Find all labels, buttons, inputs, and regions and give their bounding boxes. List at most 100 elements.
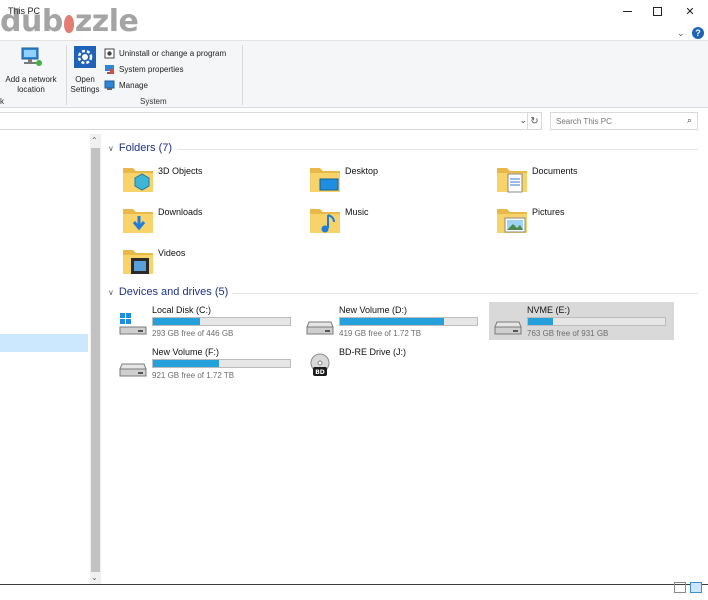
open-settings-label-2: Settings (70, 85, 100, 94)
windows-drive-icon (119, 313, 147, 335)
drive-name: New Volume (F:) (152, 347, 220, 357)
minimize-icon (622, 10, 632, 12)
section-divider (232, 293, 698, 294)
open-settings-button[interactable]: Open Settings (68, 45, 102, 95)
open-settings-label-1: Open (75, 75, 95, 84)
scroll-down-icon[interactable]: ⌄ (91, 573, 98, 582)
maximize-icon (652, 6, 662, 16)
add-network-location-button[interactable]: Add a network location (2, 45, 60, 95)
help-icon[interactable]: ? (692, 27, 704, 39)
ribbon-separator-end (242, 45, 243, 105)
ribbon: Add a network location Open Settings Uni… (0, 40, 708, 108)
drive-item-j[interactable]: BD BD-RE Drive (J:) (301, 344, 486, 382)
folder-label: Videos (158, 248, 186, 258)
maximize-button[interactable] (642, 0, 672, 22)
view-toggle-group (674, 582, 702, 593)
drive-item-c[interactable]: Local Disk (C:) 293 GB free of 446 GB (114, 302, 299, 340)
nav-selected-item[interactable] (0, 334, 88, 352)
folders-heading: Folders (7) (118, 142, 173, 154)
minimize-button[interactable] (612, 0, 642, 22)
downloads-folder-icon (123, 209, 153, 233)
drive-usage-bar (152, 359, 291, 368)
details-view-icon[interactable] (674, 582, 686, 593)
pictures-folder-icon (497, 209, 527, 233)
search-input[interactable] (551, 113, 679, 129)
desktop-folder-icon (310, 168, 340, 192)
drive-free-space: 763 GB free of 931 GB (527, 329, 609, 338)
close-icon: ✕ (685, 5, 695, 18)
drive-free-space: 293 GB free of 446 GB (152, 329, 234, 338)
search-box[interactable]: ⌕ (550, 112, 698, 130)
collapse-chevron-icon[interactable]: ∨ (108, 144, 114, 153)
documents-folder-icon (497, 168, 527, 193)
folder-item-desktop[interactable]: Desktop (308, 162, 488, 198)
drive-usage-bar (527, 317, 666, 326)
status-bar (0, 584, 708, 600)
drive-name: BD-RE Drive (J:) (339, 347, 406, 357)
drive-free-space: 921 GB free of 1.72 TB (152, 371, 235, 380)
section-divider (178, 149, 698, 150)
folder-label: Desktop (345, 166, 379, 176)
collapse-chevron-icon[interactable]: ∨ (108, 288, 114, 297)
drive-usage-bar (339, 317, 478, 326)
folders-section-header[interactable]: ∨ Folders (7) (108, 142, 172, 154)
folder-item-pictures[interactable]: Pictures (495, 203, 675, 239)
drive-item-e[interactable]: NVME (E:) 763 GB free of 931 GB (489, 302, 674, 340)
refresh-icon: ↻ (530, 115, 539, 127)
folder-item-videos[interactable]: Videos (121, 244, 301, 280)
drive-usage-fill (153, 360, 219, 367)
folder-label: Documents (532, 166, 578, 176)
drives-section-header[interactable]: ∨ Devices and drives (5) (108, 286, 228, 298)
drive-item-f[interactable]: New Volume (F:) 921 GB free of 1.72 TB (114, 344, 299, 382)
drive-usage-fill (153, 318, 200, 325)
search-icon[interactable]: ⌕ (687, 115, 692, 126)
system-properties-label: System properties (119, 64, 184, 74)
add-network-location-label-2: location (17, 85, 45, 94)
videos-folder-icon (123, 250, 153, 274)
folder-label: Pictures (532, 207, 565, 217)
scroll-up-icon[interactable]: ⌃ (91, 136, 98, 145)
hard-drive-icon (306, 321, 334, 335)
folder-label: Downloads (158, 207, 203, 217)
manage-icon (104, 80, 115, 90)
drive-name: New Volume (D:) (339, 305, 408, 315)
ribbon-group-label-system: System (140, 97, 167, 106)
nav-scrollbar[interactable]: ⌃ ⌄ (90, 134, 101, 584)
uninstall-label: Uninstall or change a program (119, 48, 227, 58)
uninstall-icon (104, 48, 115, 58)
refresh-button[interactable]: ↻ (527, 112, 542, 130)
drive-usage-bar (152, 317, 291, 326)
bluray-drive-icon: BD (310, 353, 330, 376)
music-folder-icon (310, 209, 340, 233)
folder-label: Music (345, 207, 369, 217)
folder-label: 3D Objects (158, 166, 203, 176)
bluray-badge: BD (315, 369, 325, 376)
manage-button[interactable]: Manage (104, 78, 148, 92)
scrollbar-thumb[interactable] (91, 148, 100, 572)
address-bar[interactable]: ⌄ (0, 112, 542, 130)
folder-item-documents[interactable]: Documents (495, 162, 675, 198)
manage-label: Manage (119, 80, 148, 90)
hard-drive-icon (119, 363, 147, 377)
ribbon-group-label-left: k (0, 97, 4, 106)
uninstall-program-button[interactable]: Uninstall or change a program (104, 46, 226, 60)
3d-objects-folder-icon (123, 168, 153, 192)
drive-usage-fill (340, 318, 445, 325)
ribbon-separator (66, 45, 67, 105)
folder-item-music[interactable]: Music (308, 203, 488, 239)
drive-item-d[interactable]: New Volume (D:) 419 GB free of 1.72 TB (301, 302, 486, 340)
navigation-pane (0, 134, 90, 584)
collapse-ribbon-chevron-icon[interactable]: ⌄ (677, 28, 685, 39)
tiles-view-icon[interactable] (690, 582, 702, 593)
folder-item-downloads[interactable]: Downloads (121, 203, 301, 239)
network-location-icon (21, 47, 42, 66)
hard-drive-icon (494, 321, 522, 335)
drive-name: NVME (E:) (527, 305, 571, 315)
drive-name: Local Disk (C:) (152, 305, 212, 315)
close-button[interactable]: ✕ (675, 0, 705, 22)
folder-item-3d-objects[interactable]: 3D Objects (121, 162, 301, 198)
address-history-chevron-icon[interactable]: ⌄ (519, 115, 527, 126)
add-network-location-label-1: Add a network (5, 75, 57, 84)
system-properties-icon (105, 64, 114, 74)
system-properties-button[interactable]: System properties (104, 62, 183, 76)
